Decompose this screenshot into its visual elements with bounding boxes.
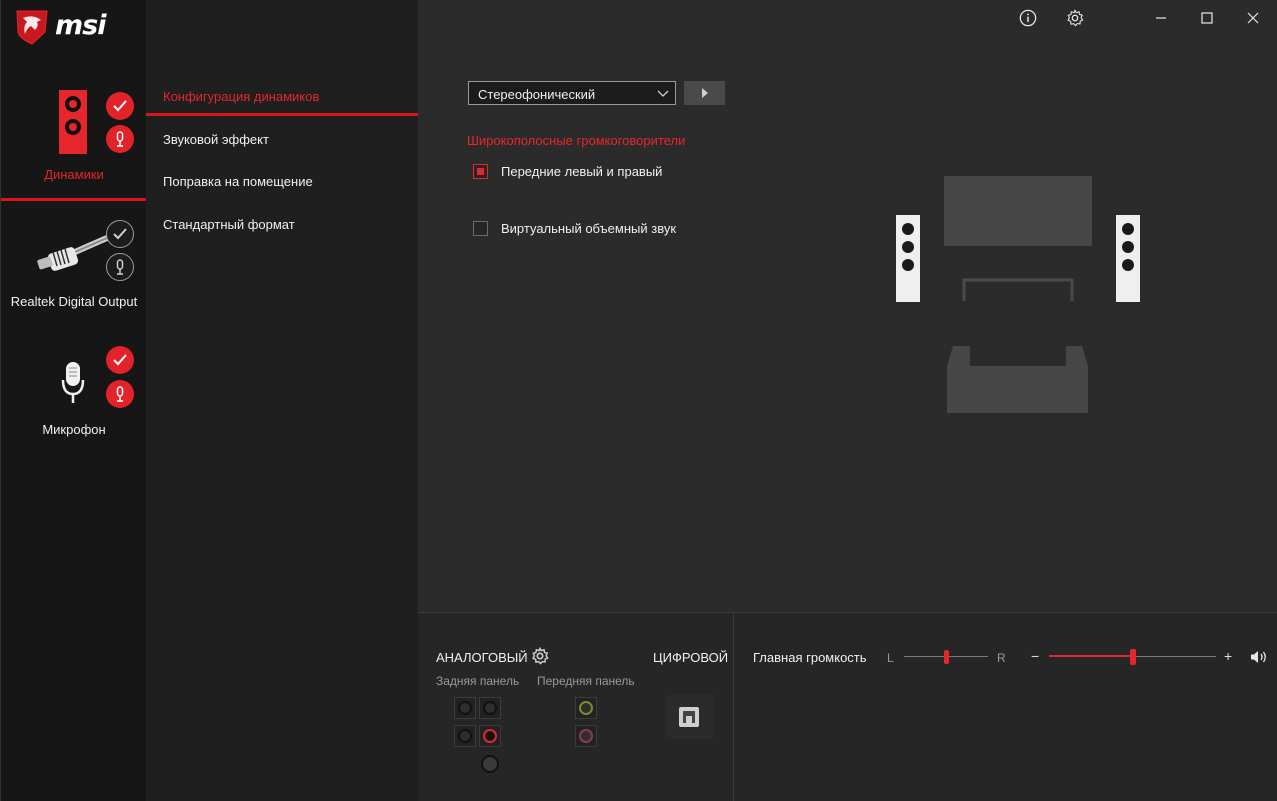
default-comm-device-icon[interactable] — [106, 253, 134, 281]
rear-jack-extra[interactable] — [481, 755, 499, 773]
menu-item-sound-effect[interactable]: Звуковой эффект — [163, 132, 269, 147]
close-icon[interactable] — [1244, 9, 1262, 27]
speaker-config-value: Стереофонический — [478, 87, 596, 102]
speaker-volume-icon[interactable] — [1250, 650, 1268, 664]
rear-jack[interactable] — [454, 697, 476, 719]
maximize-icon[interactable] — [1198, 9, 1216, 27]
volume-minus-button[interactable]: − — [1031, 648, 1039, 664]
device-microphone[interactable]: Микрофон — [1, 338, 147, 448]
speaker-config-select[interactable]: Стереофонический — [468, 81, 676, 105]
test-play-button[interactable] — [684, 81, 725, 105]
checkbox-label: Виртуальный объемный звук — [501, 221, 677, 236]
brand-name: msi — [55, 10, 106, 41]
minimize-icon[interactable] — [1152, 9, 1170, 27]
menu-active-underline — [146, 113, 418, 116]
sofa — [947, 346, 1088, 413]
rear-jack[interactable] — [454, 725, 476, 747]
analog-title: АНАЛОГОВЫЙ — [436, 650, 528, 665]
optical-port-icon — [679, 707, 699, 727]
virtual-surround-checkbox[interactable] — [473, 221, 488, 236]
device-selected-underline — [1, 198, 147, 201]
digital-port[interactable] — [666, 695, 714, 739]
balance-thumb[interactable] — [943, 650, 949, 664]
master-volume-label: Главная громкость — [753, 650, 867, 665]
play-icon — [702, 88, 708, 98]
default-comm-device-icon[interactable] — [106, 380, 134, 408]
front-mic-jack[interactable] — [575, 725, 597, 747]
device-label: Realtek Digital Output — [10, 294, 138, 309]
default-device-check-icon[interactable] — [106, 220, 134, 248]
gear-icon[interactable] — [1066, 9, 1084, 27]
dragon-shield-icon — [16, 10, 48, 45]
room-speaker-diagram — [896, 176, 1140, 413]
microphone-icon — [61, 362, 85, 403]
optical-cable-icon — [37, 235, 110, 271]
master-volume-slider[interactable] — [1049, 649, 1216, 665]
balance-slider[interactable] — [904, 650, 988, 664]
msi-logo: msi — [15, 8, 140, 46]
table — [962, 278, 1074, 301]
device-sidebar: msi Динамики Realtek Digital Output Микр… — [0, 0, 147, 801]
balance-left-label: L — [887, 651, 894, 665]
master-volume-fill — [1049, 655, 1133, 657]
speaker-icon — [59, 90, 87, 154]
front-headphone-jack[interactable] — [575, 697, 597, 719]
section-title: Широкополосные громкоговорители — [467, 133, 686, 148]
menu-item-speaker-config[interactable]: Конфигурация динамиков — [163, 89, 319, 104]
settings-menu: Конфигурация динамиков Звуковой эффект П… — [146, 0, 418, 801]
device-speakers[interactable]: Динамики — [1, 82, 147, 200]
device-label: Динамики — [44, 167, 104, 182]
rear-panel-label: Задняя панель — [436, 674, 520, 688]
bottom-panel — [418, 612, 1277, 801]
chevron-down-icon — [657, 90, 669, 97]
rear-jack-active[interactable] — [479, 725, 501, 747]
device-digital-output[interactable]: Realtek Digital Output — [1, 212, 147, 324]
digital-title: ЦИФРОВОЙ — [653, 650, 729, 665]
device-label: Микрофон — [42, 422, 106, 437]
rear-jack[interactable] — [479, 697, 501, 719]
checkbox-label: Передние левый и правый — [501, 164, 663, 179]
master-volume-thumb[interactable] — [1129, 649, 1136, 665]
info-icon[interactable] — [1019, 9, 1037, 27]
balance-right-label: R — [997, 651, 1006, 665]
default-device-check-icon[interactable] — [106, 346, 134, 374]
front-left-right-checkbox[interactable] — [473, 164, 488, 179]
connector-settings-gear-icon[interactable] — [531, 647, 549, 665]
default-comm-device-icon[interactable] — [106, 125, 134, 153]
bottom-divider — [733, 614, 734, 801]
menu-item-default-format[interactable]: Стандартный формат — [163, 217, 295, 232]
volume-plus-button[interactable]: + — [1224, 648, 1232, 664]
default-device-check-icon[interactable] — [106, 92, 134, 120]
menu-item-room-correction[interactable]: Поправка на помещение — [163, 174, 313, 189]
tv-screen — [944, 176, 1092, 246]
front-panel-label: Передняя панель — [537, 674, 635, 688]
